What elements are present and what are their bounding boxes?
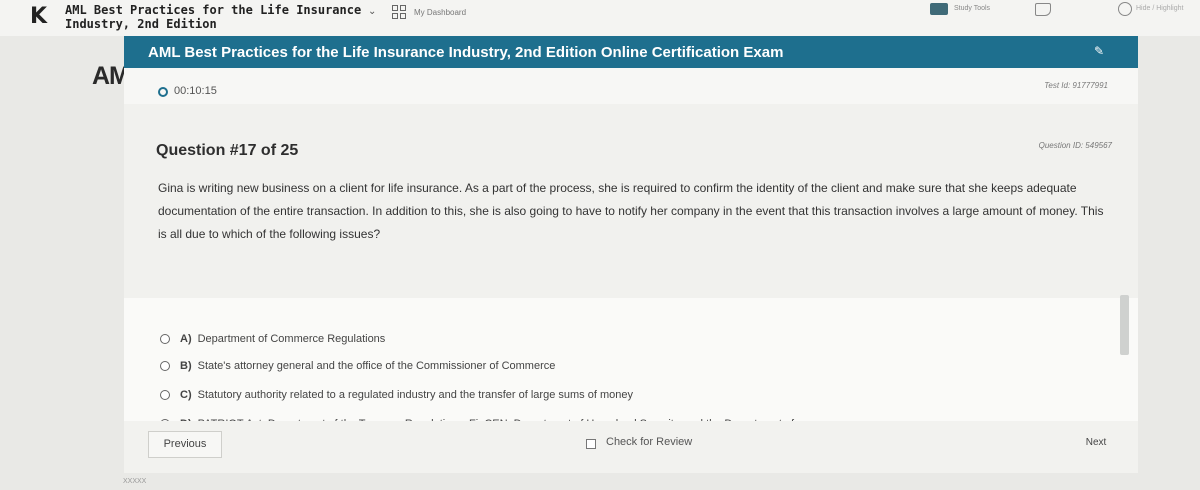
exam-footer: Previous Check for Review Next	[124, 421, 1138, 473]
test-id: Test Id: 91777991	[1044, 81, 1108, 90]
exam-title: AML Best Practices for the Life Insuranc…	[148, 44, 784, 61]
answer-a[interactable]: A) Department of Commerce Regulations	[160, 333, 1120, 345]
answer-letter: A)	[180, 333, 192, 345]
question-id: Question ID: 549567	[1038, 141, 1112, 150]
answer-letter: B)	[180, 360, 192, 372]
answer-text: Department of Commerce Regulations	[197, 333, 386, 345]
question-text: Gina is writing new business on a client…	[158, 181, 1104, 241]
study-tools-icon[interactable]	[930, 3, 948, 15]
radio-button[interactable]	[160, 361, 170, 371]
timer: 00:10:15	[174, 85, 217, 97]
pin-icon[interactable]: ✎	[1094, 44, 1104, 58]
radio-button[interactable]	[160, 334, 170, 344]
timer-row: 00:10:15 Test Id: 91777991	[124, 68, 1138, 104]
notes-icon[interactable]	[1035, 3, 1051, 16]
back-chevron-icon[interactable]: K	[30, 4, 47, 29]
radio-button[interactable]	[160, 390, 170, 400]
review-label[interactable]: Check for Review	[606, 436, 692, 448]
top-bar: K AML Best Practices for the Life Insura…	[0, 0, 1200, 36]
course-title-line-2: Industry, 2nd Edition	[65, 17, 217, 31]
review-checkbox[interactable]	[586, 439, 596, 449]
question-area: Question #17 of 25 Question ID: 549567 G…	[124, 104, 1138, 298]
course-title-line-1: AML Best Practices for the Life Insuranc…	[65, 3, 362, 17]
answer-text: Statutory authority related to a regulat…	[197, 389, 633, 401]
answer-c[interactable]: C) Statutory authority related to a regu…	[160, 389, 1120, 401]
exam-panel: AML Best Practices for the Life Insuranc…	[124, 36, 1138, 473]
question-number: Question #17 of 25	[156, 142, 299, 159]
study-tools-link[interactable]: Study Tools	[954, 5, 990, 12]
answer-list: A) Department of Commerce Regulations B)…	[124, 298, 1138, 430]
dashboard-link[interactable]: My Dashboard	[414, 8, 466, 17]
exam-header: AML Best Practices for the Life Insuranc…	[124, 36, 1138, 68]
answer-text: State's attorney general and the office …	[197, 360, 556, 372]
top-right-text[interactable]: Hide / Highlight	[1136, 5, 1183, 12]
scrollbar[interactable]	[1120, 295, 1129, 355]
user-icon[interactable]	[1118, 2, 1132, 16]
chevron-down-icon[interactable]: ⌄	[368, 6, 376, 17]
course-title[interactable]: AML Best Practices for the Life Insuranc…	[65, 3, 361, 31]
answer-b[interactable]: B) State's attorney general and the offi…	[160, 360, 1120, 372]
previous-button[interactable]: Previous	[148, 431, 222, 458]
bottom-note: XXXXX	[123, 478, 147, 485]
answer-letter: C)	[180, 389, 192, 401]
next-button[interactable]: Next	[1076, 429, 1116, 456]
dashboard-icon[interactable]	[392, 5, 408, 21]
clock-icon	[158, 87, 168, 97]
